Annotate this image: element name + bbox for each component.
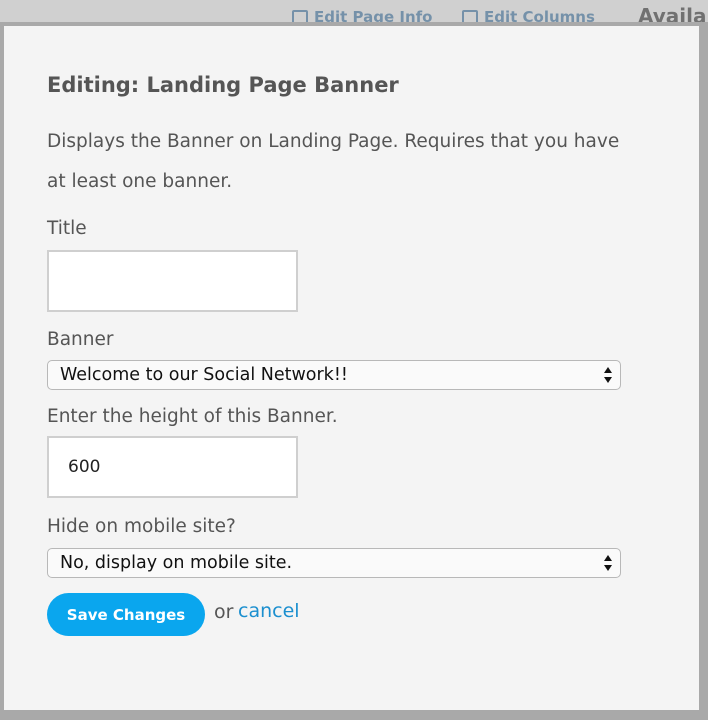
columns-icon	[462, 10, 478, 22]
background-page: Edit Page Info Edit Columns Availab	[0, 0, 708, 22]
select-arrows-icon	[604, 555, 612, 571]
title-input[interactable]	[47, 250, 298, 312]
edit-columns-link: Edit Columns	[462, 8, 595, 22]
banner-select[interactable]: Welcome to our Social Network!!	[47, 360, 621, 390]
mobile-select-value: No, display on mobile site.	[60, 553, 293, 573]
edit-page-info-link: Edit Page Info	[292, 8, 432, 22]
edit-widget-dialog: Editing: Landing Page Banner Displays th…	[4, 26, 699, 710]
cancel-link[interactable]: cancel	[238, 600, 300, 622]
page-icon	[292, 10, 308, 22]
dialog-title: Editing: Landing Page Banner	[47, 73, 399, 97]
mobile-select[interactable]: No, display on mobile site.	[47, 548, 621, 578]
or-text: or	[214, 601, 234, 623]
height-input[interactable]	[47, 436, 298, 498]
mobile-label: Hide on mobile site?	[47, 516, 236, 537]
background-heading: Availab	[638, 4, 708, 22]
height-label: Enter the height of this Banner.	[47, 406, 338, 427]
banner-label: Banner	[47, 329, 114, 350]
dialog-description: Displays the Banner on Landing Page. Req…	[47, 131, 620, 192]
title-label: Title	[47, 218, 87, 239]
select-arrows-icon	[604, 367, 612, 383]
save-changes-button[interactable]: Save Changes	[47, 593, 205, 636]
banner-select-value: Welcome to our Social Network!!	[60, 365, 348, 385]
